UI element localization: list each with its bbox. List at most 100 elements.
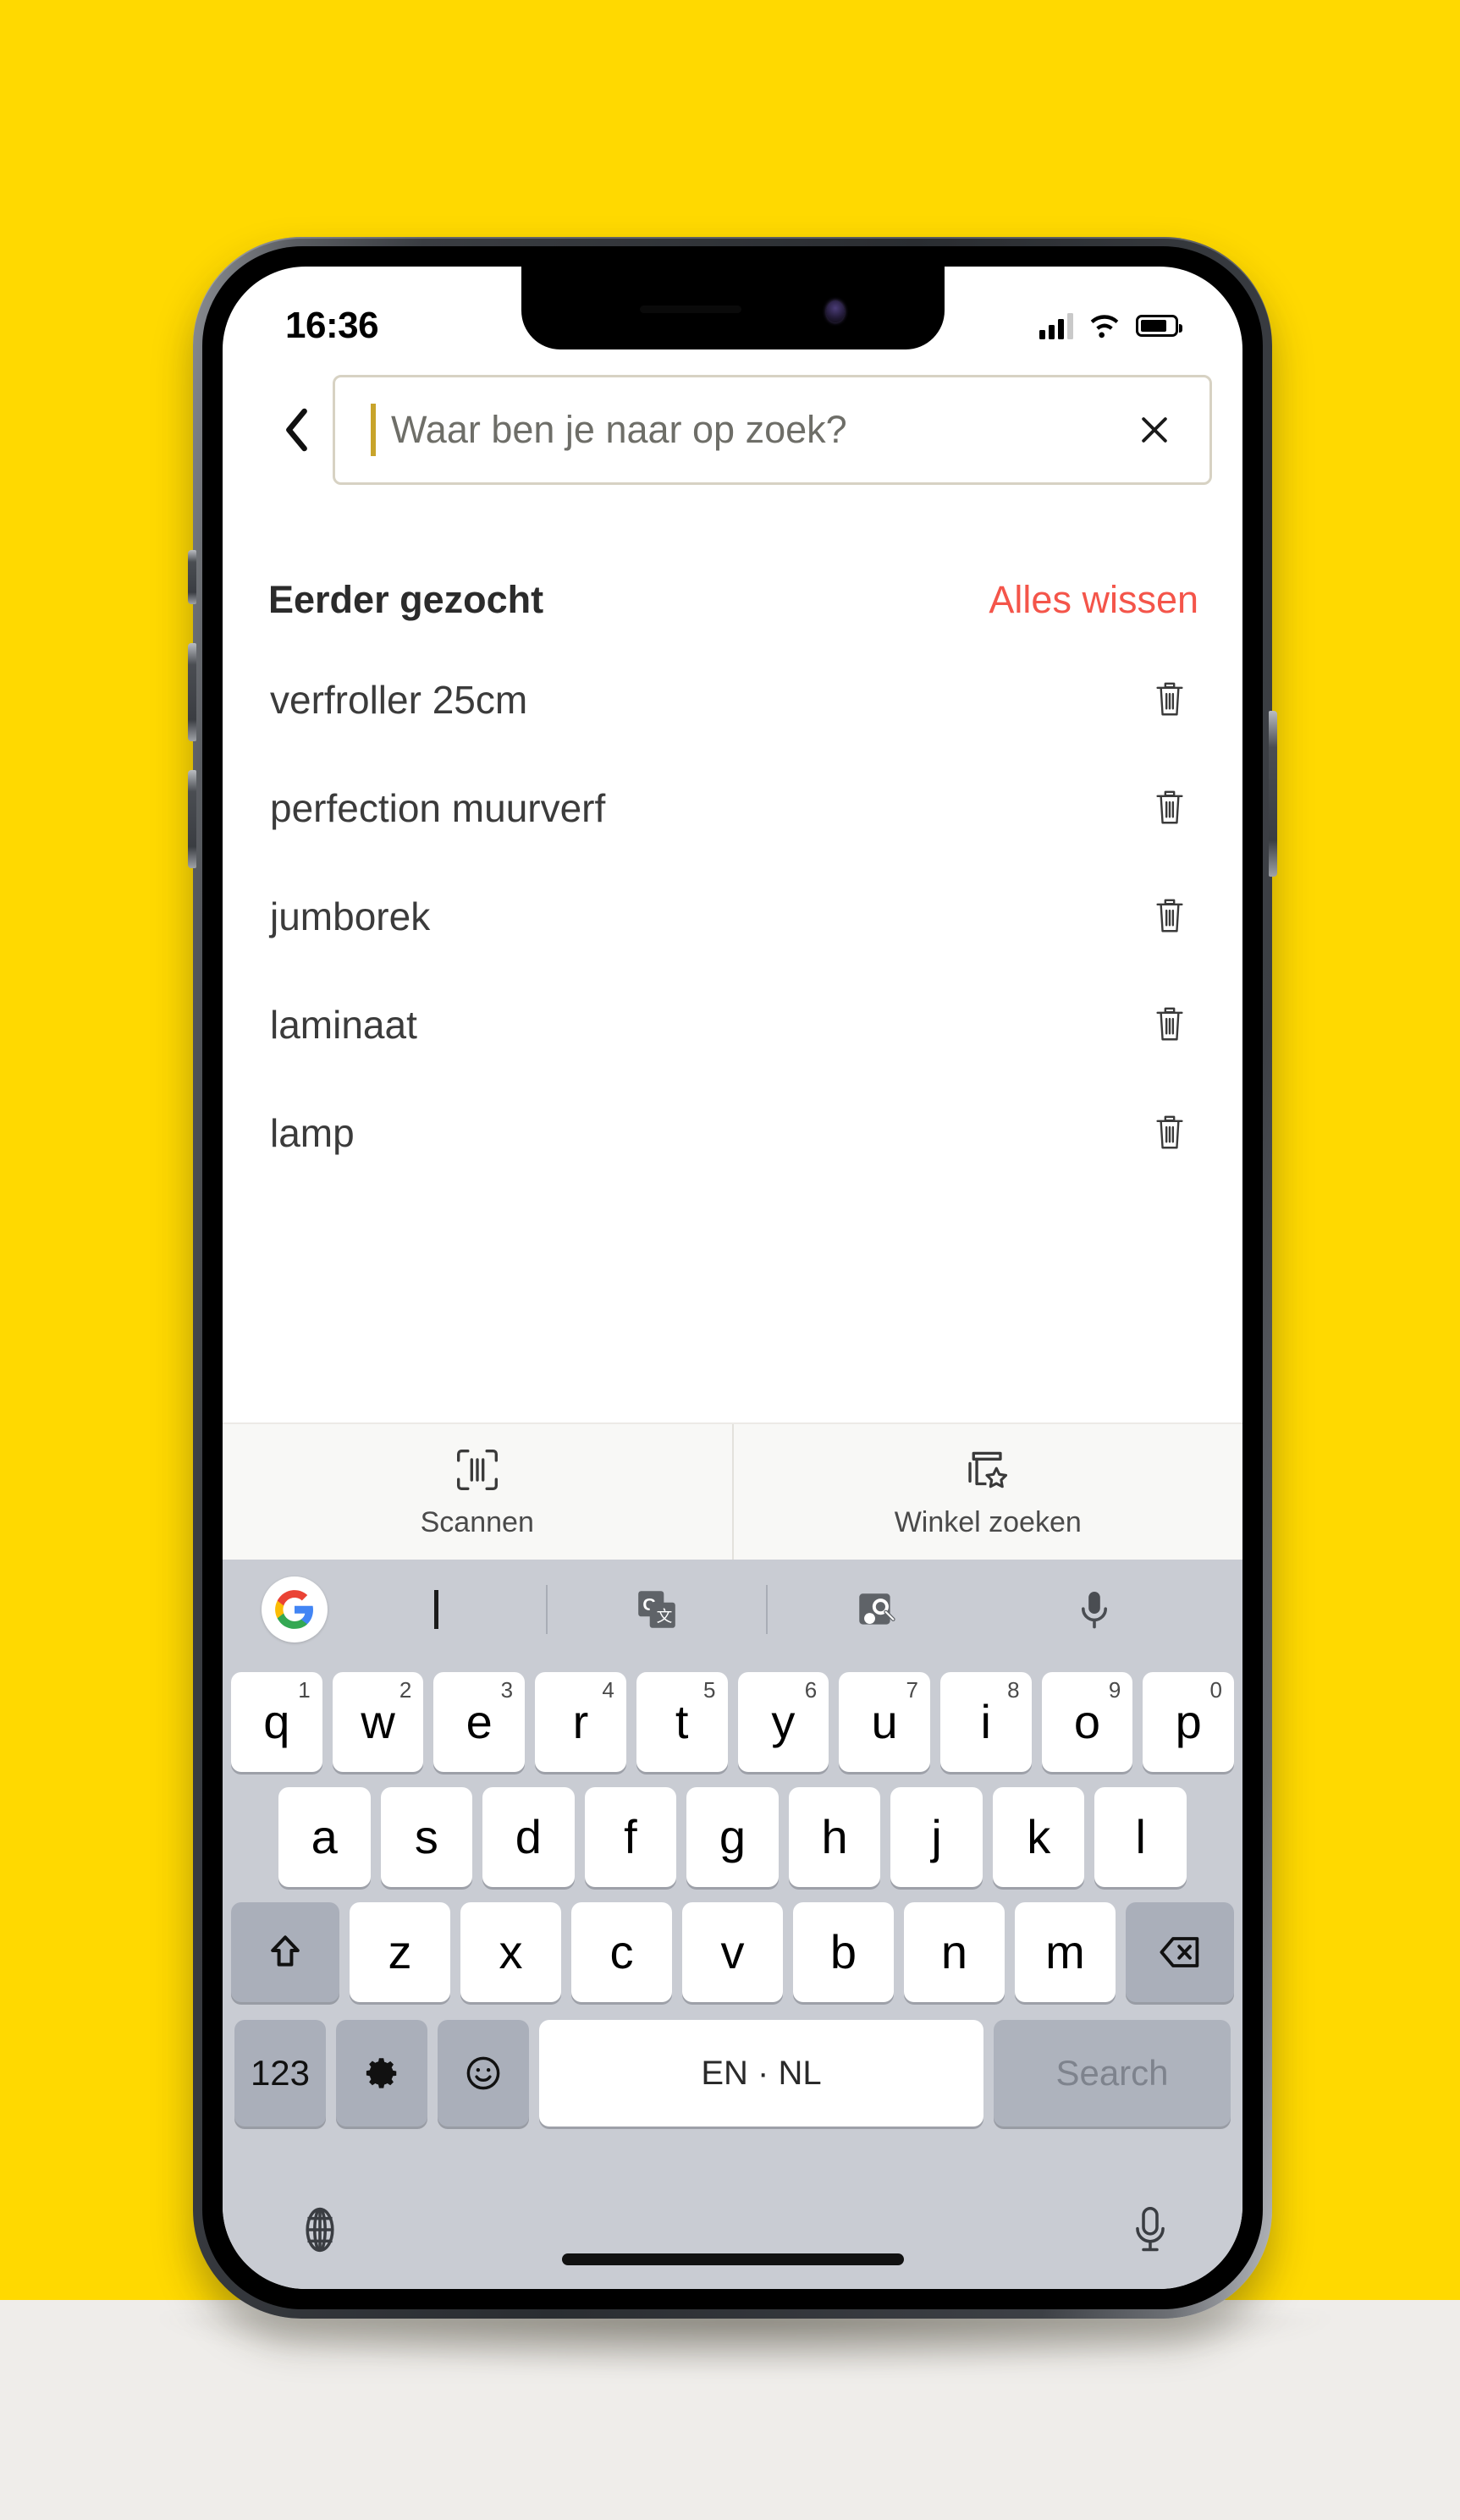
key-a[interactable]: a xyxy=(278,1787,371,1887)
key-label: e xyxy=(466,1695,493,1748)
key-i[interactable]: 8i xyxy=(939,1672,1032,1772)
key-t[interactable]: 5t xyxy=(636,1672,728,1772)
emoji-smiley-icon xyxy=(464,2054,503,2093)
key-p[interactable]: 0p xyxy=(1143,1672,1235,1772)
keyboard-row-1: 1q 2w 3e 4r 5t 6y 7u 8i 9o 0p xyxy=(230,1664,1235,1780)
key-w[interactable]: 2w xyxy=(332,1672,424,1772)
key-number-hint: 8 xyxy=(1007,1677,1020,1703)
key-f[interactable]: f xyxy=(584,1787,677,1887)
google-translate-icon: G 文 xyxy=(634,1587,680,1632)
space-key[interactable]: EN · NL xyxy=(539,2020,983,2127)
key-c[interactable]: c xyxy=(571,1902,672,2002)
list-item[interactable]: jumborek xyxy=(223,862,1242,971)
phone-screen: 16:36 Waar ben je naar op zoek? Eerder g… xyxy=(223,267,1242,2289)
mute-switch-button[interactable] xyxy=(188,550,196,604)
keyboard-bottom-nav xyxy=(223,2157,1242,2289)
backspace-icon xyxy=(1158,1934,1202,1971)
search-input[interactable]: Waar ben je naar op zoek? xyxy=(376,408,1125,452)
volume-down-button[interactable] xyxy=(188,770,196,868)
text-cursor-icon xyxy=(434,1590,439,1629)
key-j[interactable]: j xyxy=(890,1787,983,1887)
delete-item-button[interactable] xyxy=(1143,673,1197,727)
translate-button[interactable]: G 文 xyxy=(548,1587,766,1632)
list-item[interactable]: laminaat xyxy=(223,971,1242,1079)
svg-text:文: 文 xyxy=(656,1608,672,1626)
key-label: n xyxy=(940,1925,968,1978)
key-q[interactable]: 1q xyxy=(230,1672,322,1772)
google-logo-icon[interactable] xyxy=(262,1576,328,1642)
key-number-hint: 7 xyxy=(906,1677,918,1703)
key-u[interactable]: 7u xyxy=(839,1672,930,1772)
key-label: l xyxy=(1135,1810,1146,1863)
key-label: c xyxy=(609,1925,634,1978)
battery-icon xyxy=(1136,315,1182,337)
lens-search-button[interactable] xyxy=(768,1587,986,1632)
phone-shadow xyxy=(161,2314,1329,2374)
key-y[interactable]: 6y xyxy=(737,1672,829,1772)
gear-icon xyxy=(363,2055,400,2092)
key-r[interactable]: 4r xyxy=(535,1672,626,1772)
find-store-button-label: Winkel zoeken xyxy=(894,1505,1082,1538)
front-camera-icon xyxy=(825,300,845,322)
key-label: f xyxy=(624,1810,637,1863)
home-indicator[interactable] xyxy=(561,2253,904,2265)
delete-item-button[interactable] xyxy=(1143,781,1197,835)
list-item-label: perfection muurverf xyxy=(270,786,606,830)
display-notch xyxy=(521,267,945,349)
key-l[interactable]: l xyxy=(1094,1787,1187,1887)
earpiece-speaker xyxy=(639,305,741,313)
list-item[interactable]: perfection muurverf xyxy=(223,754,1242,862)
key-m[interactable]: m xyxy=(1015,1902,1116,2002)
search-enter-key[interactable]: Search xyxy=(994,2020,1231,2127)
key-label: b xyxy=(829,1925,857,1978)
scene: 16:36 Waar ben je naar op zoek? Eerder g… xyxy=(0,0,1460,2520)
key-h[interactable]: h xyxy=(788,1787,881,1887)
key-z[interactable]: z xyxy=(350,1902,450,2002)
key-d[interactable]: d xyxy=(482,1787,575,1887)
scan-button-label: Scannen xyxy=(420,1505,534,1538)
delete-item-button[interactable] xyxy=(1143,1106,1197,1160)
scan-button[interactable]: Scannen xyxy=(223,1424,732,1560)
key-number-hint: 9 xyxy=(1108,1677,1121,1703)
key-v[interactable]: v xyxy=(682,1902,783,2002)
keyboard-cursor-slot[interactable] xyxy=(328,1590,546,1629)
close-icon xyxy=(1136,411,1173,448)
key-label: u xyxy=(871,1695,898,1748)
key-k[interactable]: k xyxy=(992,1787,1085,1887)
trash-icon xyxy=(1156,790,1183,824)
shift-key[interactable] xyxy=(231,1902,339,2002)
key-x[interactable]: x xyxy=(460,1902,561,2002)
back-button[interactable] xyxy=(262,394,333,465)
backspace-key[interactable] xyxy=(1126,1902,1234,2002)
voice-typing-button[interactable] xyxy=(1129,2204,1171,2256)
numbers-key[interactable]: 123 xyxy=(234,2020,326,2127)
list-item[interactable]: lamp xyxy=(223,1079,1242,1187)
key-label: a xyxy=(311,1810,338,1863)
barcode-scan-icon xyxy=(453,1445,502,1494)
voice-input-button[interactable] xyxy=(985,1587,1204,1631)
recent-searches-header: Eerder gezocht Alles wissen xyxy=(223,578,1242,622)
find-store-button[interactable]: Winkel zoeken xyxy=(731,1424,1243,1560)
power-button[interactable] xyxy=(1269,711,1277,877)
clear-search-button[interactable] xyxy=(1125,400,1184,459)
page-title: Eerder gezocht xyxy=(268,578,544,621)
key-n[interactable]: n xyxy=(904,1902,1005,2002)
key-e[interactable]: 3e xyxy=(433,1672,526,1772)
delete-item-button[interactable] xyxy=(1143,889,1197,944)
key-o[interactable]: 9o xyxy=(1041,1672,1133,1772)
search-input-wrapper[interactable]: Waar ben je naar op zoek? xyxy=(333,375,1212,485)
list-item[interactable]: verfroller 25cm xyxy=(223,646,1242,754)
clear-all-button[interactable]: Alles wissen xyxy=(989,578,1198,622)
search-header: Waar ben je naar op zoek? xyxy=(223,356,1242,500)
keyboard-settings-key[interactable] xyxy=(336,2020,427,2127)
microphone-icon xyxy=(1136,2206,1165,2252)
volume-up-button[interactable] xyxy=(188,643,196,741)
delete-item-button[interactable] xyxy=(1143,998,1197,1052)
key-g[interactable]: g xyxy=(686,1787,779,1887)
key-b[interactable]: b xyxy=(793,1902,894,2002)
key-label: x xyxy=(499,1925,523,1978)
status-icons xyxy=(1039,312,1182,339)
emoji-key[interactable] xyxy=(438,2020,529,2127)
language-switch-button[interactable] xyxy=(294,2204,346,2256)
key-s[interactable]: s xyxy=(380,1787,473,1887)
